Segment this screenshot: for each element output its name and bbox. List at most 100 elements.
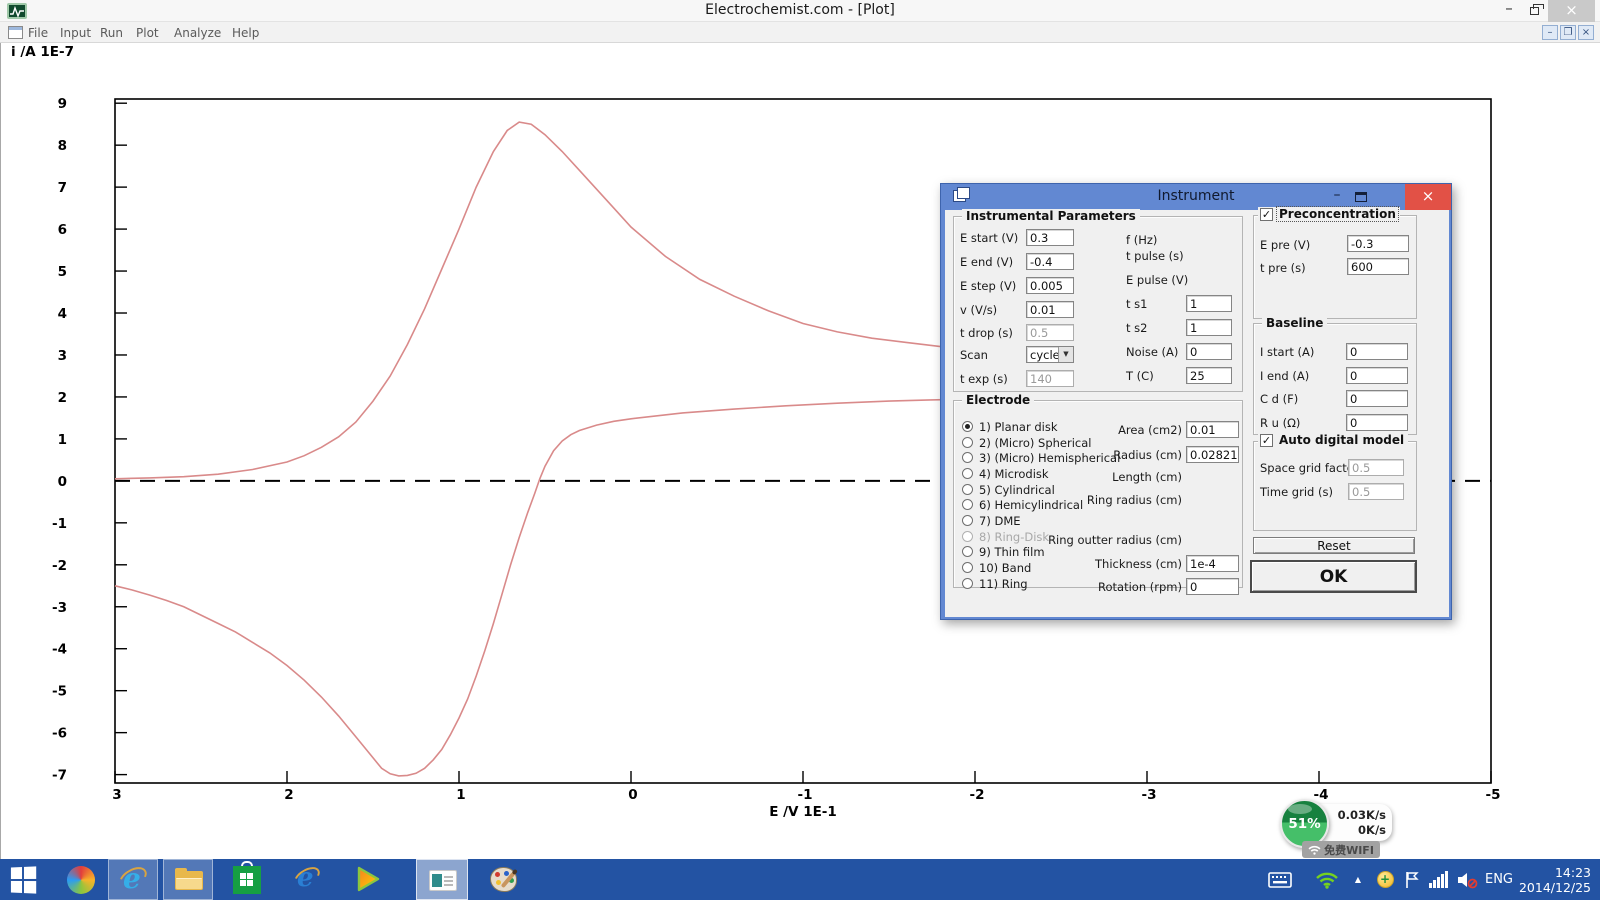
start-button[interactable] (0, 859, 56, 900)
dialog-minimize-button[interactable]: – (1325, 187, 1349, 203)
temperature-input[interactable]: 25 (1186, 367, 1232, 384)
taskbar: e e (0, 859, 1600, 900)
electrode-radio-11[interactable] (962, 578, 973, 589)
internet-explorer-button[interactable]: e (108, 859, 158, 900)
t-s1-input[interactable]: 1 (1186, 295, 1232, 312)
internet-explorer-alt-button[interactable]: e (284, 859, 330, 900)
baseline-title: Baseline (1262, 316, 1327, 330)
media-player-button[interactable] (344, 859, 390, 900)
electrode-title: Electrode (962, 393, 1034, 407)
time-grid-input: 0.5 (1348, 483, 1404, 500)
windows-store-button[interactable] (224, 859, 270, 900)
wifi-tray-button[interactable] (1312, 859, 1342, 900)
t-s2-input[interactable]: 1 (1186, 319, 1232, 336)
electrode-group: Electrode 1) Planar disk2) (Micro) Spher… (953, 400, 1243, 588)
r-u-label: R u (Ω) (1260, 416, 1300, 430)
mdi-restore-button[interactable]: ❐ (1560, 25, 1576, 40)
instrumental-parameters-title: Instrumental Parameters (962, 209, 1140, 223)
menu-item-run[interactable]: Run (94, 25, 129, 41)
electrode-radio-10[interactable] (962, 562, 973, 573)
window-close-button[interactable]: × (1548, 0, 1595, 22)
instrument-dialog: Instrument – × Instrumental Parameters E… (940, 183, 1452, 620)
electrode-radio-9[interactable] (962, 546, 973, 557)
t-s2-label: t s2 (1126, 321, 1147, 335)
mdi-close-button[interactable]: × (1578, 25, 1594, 40)
e-end-input[interactable]: -0.4 (1026, 253, 1074, 270)
e-pulse-label: E pulse (V) (1126, 273, 1188, 287)
scan-select[interactable]: cycle▼ (1026, 346, 1074, 363)
i-start-input[interactable]: 0 (1346, 343, 1408, 360)
action-center-button[interactable] (1400, 859, 1424, 900)
t-pre-input[interactable]: 600 (1347, 258, 1409, 275)
ok-button[interactable]: OK (1250, 560, 1417, 593)
image-viewer-app-button[interactable] (416, 859, 468, 900)
electrode-radio-4[interactable] (962, 468, 973, 479)
menu-item-analyze[interactable]: Analyze (168, 25, 227, 41)
pinwheel-browser-button[interactable] (58, 859, 104, 900)
i-start-label: I start (A) (1260, 345, 1314, 359)
radius-input[interactable]: 0.02821 (1186, 446, 1239, 463)
svg-text:-2: -2 (52, 558, 67, 574)
window-minimize-button[interactable]: – (1496, 0, 1522, 22)
preconcentration-checkbox[interactable]: ✓ (1260, 208, 1273, 221)
menu-item-file[interactable]: File (22, 25, 54, 41)
reset-button[interactable]: Reset (1253, 537, 1415, 554)
media-player-icon (353, 865, 381, 893)
auto-digital-model-group: ✓ Auto digital model Space grid factor0.… (1253, 441, 1417, 531)
noise-input[interactable]: 0 (1186, 343, 1232, 360)
free-wifi-text: 免费WIFI (1324, 842, 1374, 858)
dialog-close-button[interactable]: × (1405, 184, 1451, 210)
volume-muted-icon (1457, 871, 1479, 889)
electrode-radio-3[interactable] (962, 452, 973, 463)
electrode-radio-6[interactable] (962, 499, 973, 510)
time-grid-label: Time grid (s) (1260, 485, 1333, 499)
electrode-radio-5[interactable] (962, 484, 973, 495)
tray-time: 14:23 (1519, 865, 1591, 880)
rotation-input[interactable]: 0 (1186, 578, 1239, 595)
battery-percent: 51% (1282, 816, 1327, 832)
i-end-input[interactable]: 0 (1346, 367, 1408, 384)
signal-strength-button[interactable] (1426, 859, 1452, 900)
electrode-radio-2[interactable] (962, 437, 973, 448)
svg-text:1: 1 (58, 432, 67, 448)
menu-item-help[interactable]: Help (226, 25, 265, 41)
dialog-maximize-button[interactable] (1355, 192, 1367, 202)
file-explorer-button[interactable] (163, 859, 213, 900)
clock[interactable]: 14:23 2014/12/25 (1518, 859, 1592, 900)
mdi-minimize-button[interactable]: – (1542, 25, 1558, 40)
scan-rate-input[interactable]: 0.01 (1026, 301, 1074, 318)
t-pulse-label: t pulse (s) (1126, 249, 1184, 263)
radius-label: Radius (cm) (1024, 448, 1182, 462)
scan-dropdown-arrow-icon[interactable]: ▼ (1058, 347, 1073, 362)
thickness-input[interactable]: 1e-4 (1186, 555, 1239, 572)
temperature-label: T (C) (1126, 369, 1154, 383)
volume-button[interactable] (1454, 859, 1482, 900)
area-input[interactable]: 0.01 (1186, 421, 1239, 438)
c-d-input[interactable]: 0 (1346, 390, 1408, 407)
preconcentration-label: Preconcentration (1277, 207, 1398, 221)
electrode-radio-1[interactable] (962, 421, 973, 432)
menu-item-plot[interactable]: Plot (130, 25, 165, 41)
touch-keyboard-button[interactable] (1265, 859, 1295, 900)
hidden-icons-caret[interactable]: ▲ (1348, 859, 1368, 900)
e-start-label: E start (V) (960, 231, 1018, 245)
safety-tray-button[interactable]: + (1372, 859, 1398, 900)
electrode-option-7-label[interactable]: 7) DME (979, 514, 1021, 528)
ring-radius-label: Ring radius (cm) (1024, 493, 1182, 507)
auto-digital-model-checkbox[interactable]: ✓ (1260, 434, 1273, 447)
svg-text:-5: -5 (52, 684, 67, 700)
svg-text:-7: -7 (52, 768, 67, 784)
x-axis-label: E /V 1E-1 (769, 804, 837, 820)
menu-item-input[interactable]: Input (54, 25, 97, 41)
window-restore-button[interactable] (1522, 0, 1548, 22)
r-u-input[interactable]: 0 (1346, 414, 1408, 431)
e-pre-input[interactable]: -0.3 (1347, 235, 1409, 252)
language-indicator[interactable]: ENG (1482, 859, 1516, 900)
electrode-option-11-label[interactable]: 11) Ring (979, 577, 1028, 591)
t-exp-label: t exp (s) (960, 372, 1008, 386)
e-start-input[interactable]: 0.3 (1026, 229, 1074, 246)
mdi-document-icon[interactable] (8, 26, 23, 39)
e-step-input[interactable]: 0.005 (1026, 277, 1074, 294)
paint-button[interactable] (480, 859, 528, 900)
electrode-radio-7[interactable] (962, 515, 973, 526)
